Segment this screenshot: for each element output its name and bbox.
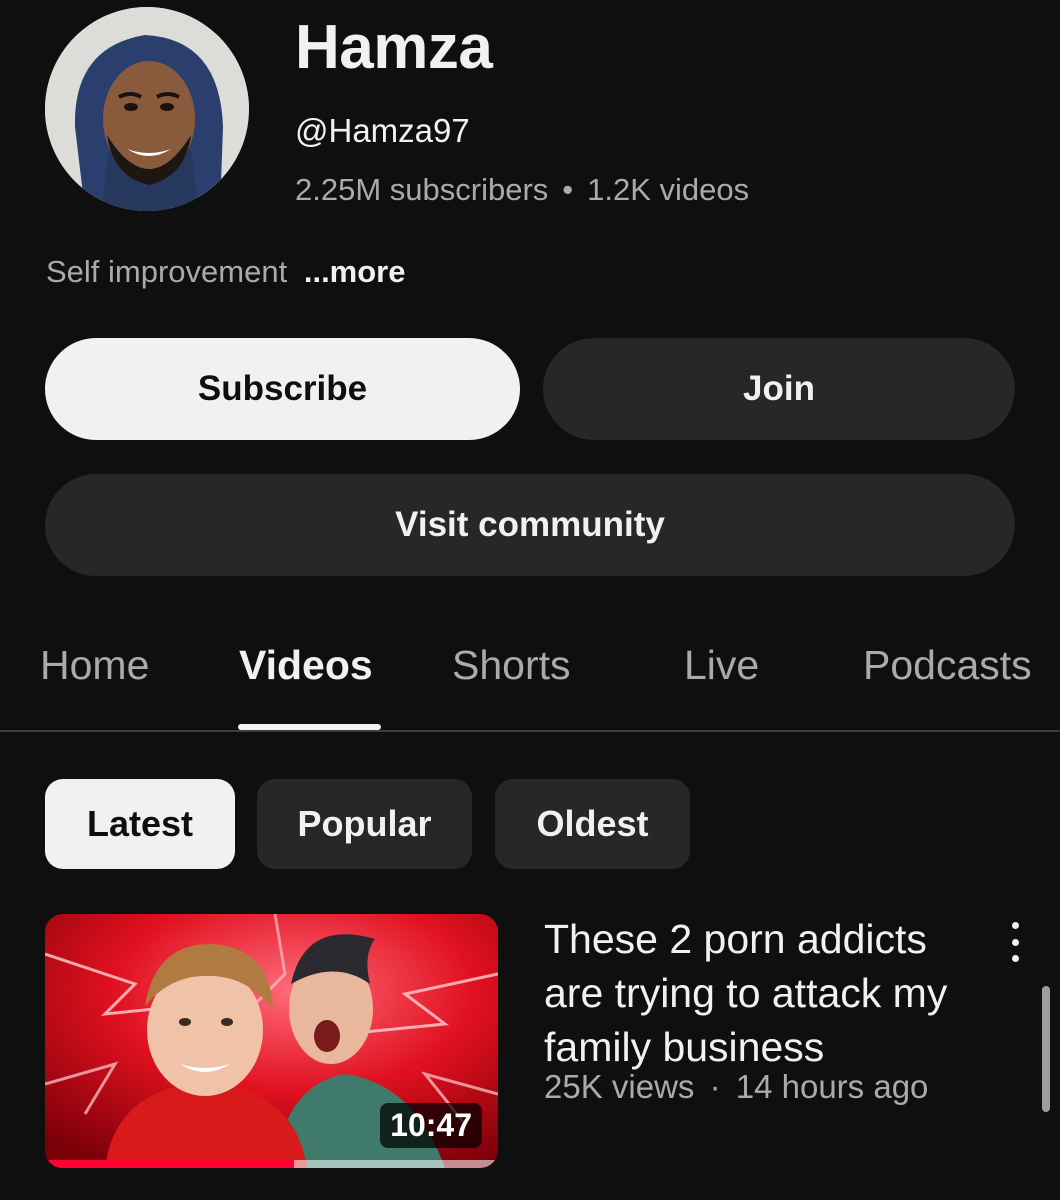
menu-dot (1011, 922, 1019, 929)
menu-dot (1011, 938, 1019, 946)
tab-shorts[interactable]: Shorts (452, 642, 571, 689)
tab-home[interactable]: Home (40, 642, 149, 689)
video-age: 14 hours ago (735, 1068, 929, 1105)
subscriber-count: 2.25M subscribers (295, 172, 549, 207)
video-meta: 25K views · 14 hours ago (544, 1068, 928, 1106)
meta-separator: · (709, 1068, 721, 1105)
video-duration: 10:47 (380, 1103, 482, 1148)
video-thumbnail[interactable]: 10:47 (45, 914, 498, 1168)
channel-description[interactable]: Self improvement ...more (46, 254, 406, 290)
channel-page: Hamza @Hamza97 2.25M subscribers • 1.2K … (0, 0, 1060, 1200)
tab-videos[interactable]: Videos (239, 642, 373, 689)
video-count: 1.2K videos (587, 172, 750, 207)
channel-tabs: Home Videos Shorts Live Podcasts (0, 632, 1060, 732)
tabs-divider (0, 730, 1060, 732)
filter-chip-oldest[interactable]: Oldest (495, 779, 690, 869)
channel-handle: @Hamza97 (295, 112, 470, 149)
tab-podcasts[interactable]: Podcasts (863, 642, 1032, 689)
stats-separator: • (562, 172, 574, 207)
video-title[interactable]: These 2 porn addicts are trying to attac… (544, 912, 984, 1074)
visit-community-button[interactable]: Visit community (45, 474, 1015, 576)
description-text: Self improvement (46, 254, 288, 289)
more-vertical-icon[interactable] (998, 922, 1032, 962)
scrollbar[interactable] (1042, 986, 1050, 1112)
video-views: 25K views (544, 1068, 695, 1105)
watch-progress-bar (45, 1160, 498, 1168)
avatar-portrait-image (45, 7, 249, 211)
watch-progress-fill (45, 1160, 295, 1168)
menu-dot (1011, 955, 1019, 962)
channel-avatar[interactable] (45, 7, 249, 211)
more-link[interactable]: ...more (304, 254, 406, 289)
channel-name: Hamza (295, 13, 493, 82)
filter-chip-latest[interactable]: Latest (45, 779, 235, 869)
subscribe-button[interactable]: Subscribe (45, 338, 520, 440)
channel-stats: 2.25M subscribers • 1.2K videos (295, 172, 749, 208)
tab-live[interactable]: Live (684, 642, 759, 689)
filter-chip-popular[interactable]: Popular (257, 779, 472, 869)
join-button[interactable]: Join (543, 338, 1015, 440)
